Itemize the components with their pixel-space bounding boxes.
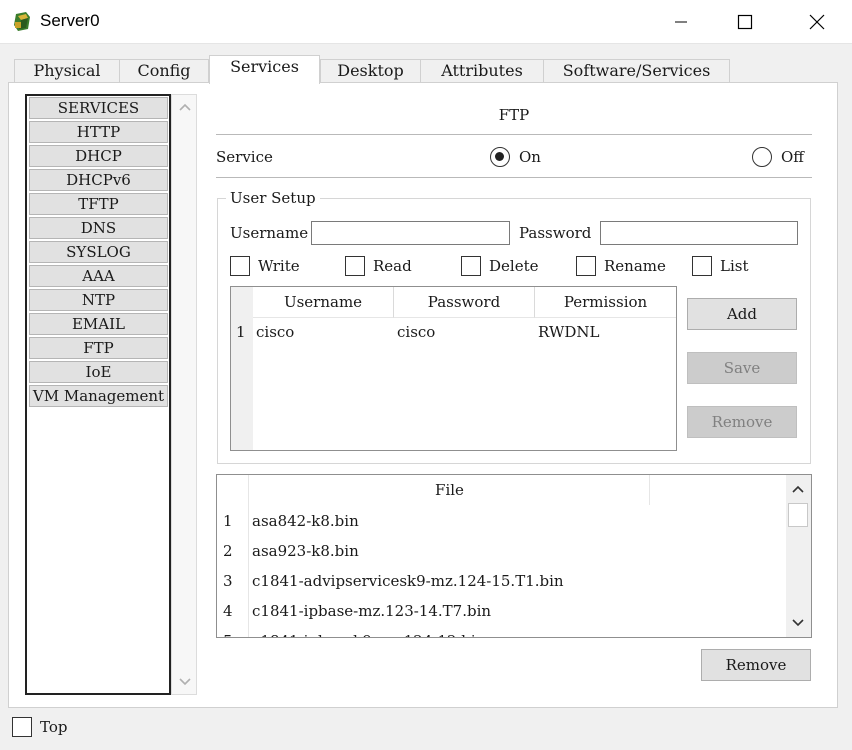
password-field[interactable] (600, 221, 798, 245)
service-list-panel: SERVICES HTTP DHCP DHCPv6 TFTP DNS SYSLO… (25, 94, 197, 695)
tab-physical[interactable]: Physical (14, 59, 120, 83)
file-row[interactable]: 4 c1841-ipbase-mz.123-14.T7.bin (217, 596, 777, 626)
delete-label: Delete (489, 257, 539, 275)
service-item-services[interactable]: SERVICES (29, 97, 168, 119)
tab-desktop[interactable]: Desktop (320, 59, 421, 83)
window-title: Server0 (40, 11, 100, 30)
file-name: c1841-ipbasek9-mz.124-12.bin (252, 626, 485, 637)
password-label: Password (519, 224, 592, 242)
user-setup-legend: User Setup (226, 189, 320, 207)
title-bar: Server0 (0, 0, 852, 44)
service-item-dns[interactable]: DNS (29, 217, 168, 239)
file-number: 2 (223, 542, 233, 560)
username-label: Username (230, 224, 309, 242)
service-item-http[interactable]: HTTP (29, 121, 168, 143)
file-row[interactable]: 1 asa842-k8.bin (217, 506, 777, 536)
top-checkbox[interactable] (12, 717, 32, 737)
divider (216, 177, 812, 178)
tab-config[interactable]: Config (119, 59, 209, 83)
column-header-password[interactable]: Password (394, 287, 535, 318)
service-item-dhcp[interactable]: DHCP (29, 145, 168, 167)
file-number: 5 (223, 626, 233, 637)
service-item-ioe[interactable]: IoE (29, 361, 168, 383)
read-checkbox[interactable] (345, 256, 365, 276)
read-label: Read (373, 257, 412, 275)
file-number: 3 (223, 572, 233, 590)
service-off-label: Off (781, 148, 804, 166)
delete-checkbox[interactable] (461, 256, 481, 276)
radio-selected-dot (495, 152, 504, 161)
file-name: asa842-k8.bin (252, 512, 359, 530)
column-header-username[interactable]: Username (253, 287, 394, 318)
service-off-radio[interactable] (752, 147, 772, 167)
remove-user-button[interactable]: Remove (687, 406, 797, 438)
minimize-icon (675, 21, 687, 23)
cell-username: cisco (256, 323, 295, 341)
write-label: Write (258, 257, 300, 275)
maximize-icon (737, 14, 753, 30)
service-item-dhcpv6[interactable]: DHCPv6 (29, 169, 168, 191)
service-list-scrollbar[interactable] (171, 94, 197, 695)
service-label: Service (216, 148, 273, 166)
service-item-tftp[interactable]: TFTP (29, 193, 168, 215)
save-button[interactable]: Save (687, 352, 797, 384)
row-number: 1 (236, 323, 246, 341)
close-icon (809, 14, 825, 30)
service-item-aaa[interactable]: AAA (29, 265, 168, 287)
file-number: 4 (223, 602, 233, 620)
close-button[interactable] (794, 0, 840, 44)
scroll-thumb[interactable] (788, 503, 808, 527)
file-list: File 1 asa842-k8.bin 2 asa923-k8.bin 3 c… (216, 474, 812, 638)
remove-file-button[interactable]: Remove (701, 649, 811, 681)
scroll-down-icon[interactable] (178, 674, 192, 688)
service-list: SERVICES HTTP DHCP DHCPv6 TFTP DNS SYSLO… (25, 94, 171, 695)
tab-software-services[interactable]: Software/Services (543, 59, 730, 83)
service-on-radio[interactable] (490, 147, 510, 167)
file-name: c1841-ipbase-mz.123-14.T7.bin (252, 602, 492, 620)
file-row[interactable]: 3 c1841-advipservicesk9-mz.124-15.T1.bin (217, 566, 777, 596)
ftp-heading: FTP (498, 106, 530, 124)
scroll-up-icon[interactable] (178, 101, 192, 115)
user-table: Username Password Permission 1 cisco cis… (230, 286, 677, 451)
service-item-ntp[interactable]: NTP (29, 289, 168, 311)
rename-checkbox[interactable] (576, 256, 596, 276)
service-item-email[interactable]: EMAIL (29, 313, 168, 335)
add-button[interactable]: Add (687, 298, 797, 330)
cell-password: cisco (397, 323, 436, 341)
service-item-vm-management[interactable]: VM Management (29, 385, 168, 407)
service-item-syslog[interactable]: SYSLOG (29, 241, 168, 263)
file-name: asa923-k8.bin (252, 542, 359, 560)
rename-label: Rename (604, 257, 666, 275)
service-item-ftp[interactable]: FTP (29, 337, 168, 359)
cell-permission: RWDNL (538, 323, 600, 341)
file-row[interactable]: 2 asa923-k8.bin (217, 536, 777, 566)
server-app-icon (14, 12, 30, 31)
minimize-button[interactable] (658, 0, 704, 44)
list-label: List (720, 257, 749, 275)
top-label: Top (40, 718, 68, 736)
column-header-permission[interactable]: Permission (535, 287, 676, 318)
divider (216, 134, 812, 135)
tab-services[interactable]: Services (209, 55, 320, 84)
file-number: 1 (223, 512, 233, 530)
scroll-up-icon[interactable] (791, 483, 805, 497)
file-row[interactable]: 5 c1841-ipbasek9-mz.124-12.bin (217, 626, 777, 637)
row-header-column (231, 287, 253, 450)
write-checkbox[interactable] (230, 256, 250, 276)
file-list-scrollbar[interactable] (786, 475, 811, 637)
file-name: c1841-advipservicesk9-mz.124-15.T1.bin (252, 572, 564, 590)
scroll-down-icon[interactable] (791, 615, 805, 629)
username-field[interactable] (311, 221, 510, 245)
maximize-button[interactable] (722, 0, 768, 44)
list-checkbox[interactable] (692, 256, 712, 276)
column-header-file[interactable]: File (250, 475, 650, 505)
tab-attributes[interactable]: Attributes (420, 59, 544, 83)
service-on-label: On (519, 148, 541, 166)
